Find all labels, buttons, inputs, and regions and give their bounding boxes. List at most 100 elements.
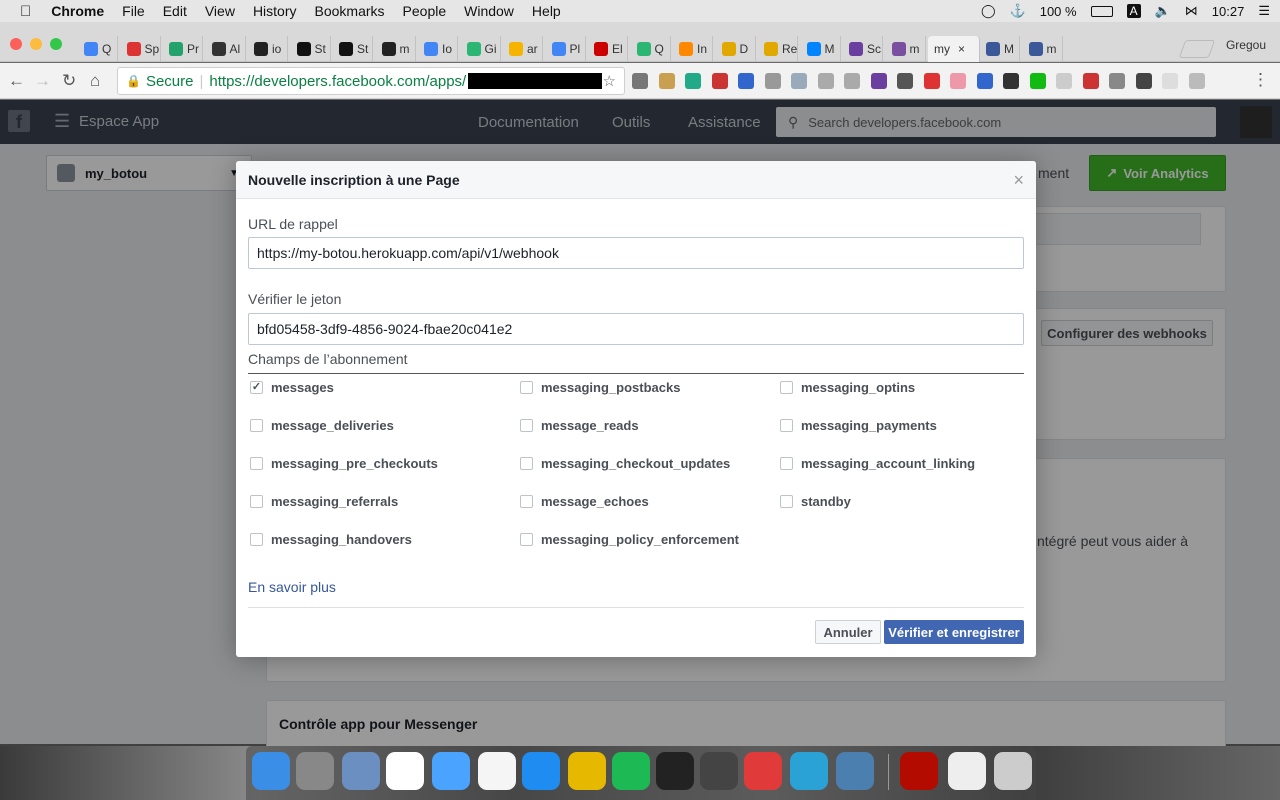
wunderlist-icon[interactable] [744, 752, 782, 790]
window-close-icon[interactable] [10, 38, 22, 50]
reload-icon[interactable]: ↻ [62, 71, 76, 91]
verify-and-save-button[interactable]: Vérifier et enregistrer [884, 620, 1024, 644]
browser-tab[interactable]: Sp [121, 36, 161, 62]
profile-name[interactable]: Gregou [1226, 38, 1266, 52]
browser-tab[interactable]: Re [758, 36, 798, 62]
image-icon[interactable] [791, 73, 807, 89]
cancel-button[interactable]: Annuler [815, 620, 881, 644]
reminders-icon[interactable] [478, 752, 516, 790]
browser-tab[interactable]: m [886, 36, 926, 62]
s-icon[interactable] [870, 73, 887, 89]
forward-arrow-icon[interactable]: → [34, 71, 51, 91]
browser-tab[interactable]: Pr [163, 36, 203, 62]
app-store-icon[interactable] [522, 752, 560, 790]
field-checkbox-messaging-handovers[interactable]: messaging_handovers [250, 532, 412, 547]
field-checkbox-message-echoes[interactable]: message_echoes [520, 494, 649, 509]
menu-edit[interactable]: Edit [163, 3, 187, 19]
browser-tab[interactable]: Sc [843, 36, 883, 62]
browser-tab[interactable]: M [980, 36, 1020, 62]
browser-tab[interactable]: io [248, 36, 288, 62]
menu-file[interactable]: File [122, 3, 145, 19]
browser-tab[interactable]: D [716, 36, 756, 62]
clock[interactable]: 10:27 [1212, 4, 1245, 19]
markdown-editor-icon[interactable] [790, 752, 828, 790]
checkbox-unchecked[interactable] [780, 381, 793, 394]
verify-token-input[interactable]: bfd05458-3df9-4856-9024-fbae20c041e2 [248, 313, 1024, 345]
checkbox-unchecked[interactable] [250, 457, 263, 470]
checkbox-unchecked[interactable] [520, 419, 533, 432]
arrow-icon[interactable] [923, 73, 940, 89]
pocket-icon[interactable] [1135, 73, 1152, 89]
window-zoom-icon[interactable] [50, 38, 62, 50]
trash-icon[interactable] [994, 752, 1032, 790]
volume-icon[interactable]: 🔈 [1155, 3, 1171, 19]
layers-icon[interactable] [1109, 73, 1125, 89]
checkbox-unchecked[interactable] [250, 495, 263, 508]
field-checkbox-messages[interactable]: ✓ messages [250, 380, 334, 395]
grid-icon[interactable] [844, 73, 860, 89]
system-preferences-icon[interactable] [296, 752, 334, 790]
browser-tab[interactable]: Al [206, 36, 246, 62]
fork-icon[interactable] [1003, 73, 1019, 89]
apple-menu-icon[interactable]:  [20, 3, 31, 20]
home-icon[interactable]: ⌂ [90, 71, 100, 91]
notification-center-icon[interactable]: ☰ [1258, 3, 1270, 19]
learn-more-link[interactable]: En savoir plus [248, 579, 336, 595]
browser-tab[interactable]: Pl [546, 36, 586, 62]
checkbox-unchecked[interactable] [780, 419, 793, 432]
callback-url-input[interactable]: https://my-botou.herokuapp.com/api/v1/we… [248, 237, 1024, 269]
menu-bookmarks[interactable]: Bookmarks [315, 3, 385, 19]
browser-tab[interactable]: Io [418, 36, 458, 62]
browser-tab[interactable]: M [801, 36, 841, 62]
checkbox-unchecked[interactable] [520, 495, 533, 508]
browser-tab[interactable]: El [588, 36, 628, 62]
messages-icon[interactable] [432, 752, 470, 790]
checkbox-unchecked[interactable] [520, 457, 533, 470]
browser-tab[interactable]: Gi [461, 36, 501, 62]
checkbox-unchecked[interactable] [780, 457, 793, 470]
field-checkbox-standby[interactable]: standby [780, 494, 851, 509]
docker-icon[interactable]: ⚓ [1010, 3, 1026, 19]
bookmark-star-icon[interactable]: ☆ [603, 72, 616, 90]
acrobat-icon[interactable] [900, 752, 938, 790]
browser-tab[interactable]: ar [503, 36, 543, 62]
checkbox-unchecked[interactable] [250, 533, 263, 546]
back-arrow-icon[interactable]: ← [8, 71, 25, 91]
cat-icon[interactable] [950, 73, 966, 89]
spotify-icon[interactable] [612, 752, 650, 790]
checkbox-checked[interactable]: ✓ [250, 381, 263, 394]
field-checkbox-messaging-pre-checkouts[interactable]: messaging_pre_checkouts [250, 456, 438, 471]
window-minimize-icon[interactable] [30, 38, 42, 50]
field-checkbox-messaging-account-linking[interactable]: messaging_account_linking [780, 456, 975, 471]
p-icon[interactable] [897, 73, 913, 89]
preview-icon[interactable] [342, 752, 380, 790]
browser-tab[interactable]: m [376, 36, 416, 62]
mm-icon[interactable] [1188, 73, 1205, 89]
finder-icon[interactable] [252, 752, 290, 790]
checkbox-unchecked[interactable] [520, 533, 533, 546]
checkbox-unchecked[interactable] [250, 419, 263, 432]
field-checkbox-message-deliveries[interactable]: message_deliveries [250, 418, 394, 433]
browser-tab[interactable]: In [673, 36, 713, 62]
recycle-icon[interactable] [632, 73, 648, 89]
camera-icon[interactable] [817, 73, 834, 89]
checkbox-unchecked[interactable] [780, 495, 793, 508]
battery-icon[interactable] [1090, 5, 1113, 17]
counter-icon[interactable] [1082, 73, 1099, 89]
menu-view[interactable]: View [205, 3, 235, 19]
stack-icon[interactable] [738, 73, 754, 89]
chrome-icon[interactable] [568, 752, 606, 790]
headphones-icon[interactable]: ◯ [981, 3, 996, 19]
cloud-icon[interactable] [764, 73, 781, 89]
cookie-icon[interactable] [658, 73, 675, 89]
field-checkbox-messaging-referrals[interactable]: messaging_referrals [250, 494, 398, 509]
shield-icon[interactable] [685, 73, 701, 89]
tab-close-icon[interactable]: × [958, 42, 965, 56]
circle-icon[interactable] [1162, 73, 1178, 89]
documents-icon[interactable] [948, 752, 986, 790]
checkbox-unchecked[interactable] [520, 381, 533, 394]
address-bar[interactable]: 🔒 Secure | https://developers.facebook.c… [117, 67, 625, 95]
s2-icon[interactable] [976, 73, 993, 89]
calendar-icon[interactable] [386, 752, 424, 790]
field-checkbox-message-reads[interactable]: message_reads [520, 418, 639, 433]
